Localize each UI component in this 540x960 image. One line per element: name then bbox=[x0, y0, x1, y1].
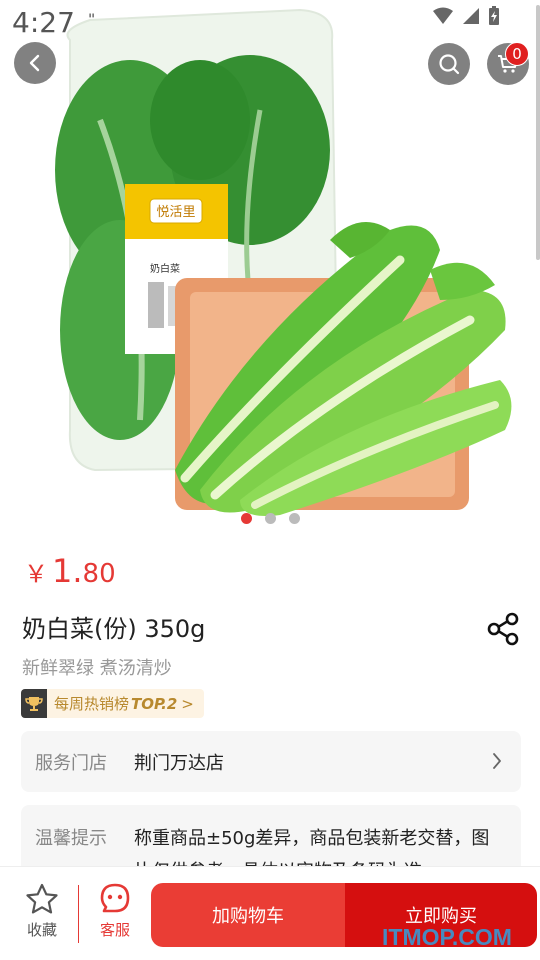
product-price: ￥ 1. 80 bbox=[24, 552, 116, 590]
price-integer: 1. bbox=[52, 552, 83, 590]
package-label-text: 奶白菜 bbox=[150, 262, 180, 275]
scrollbar-thumb[interactable] bbox=[536, 5, 540, 260]
signal-icon bbox=[463, 8, 479, 24]
bottom-bar-divider bbox=[78, 885, 79, 943]
back-button[interactable] bbox=[14, 42, 56, 84]
rank-arrow-icon: > bbox=[181, 694, 194, 713]
gallery-pagination bbox=[241, 513, 300, 524]
price-currency: ￥ bbox=[24, 560, 48, 588]
product-subtitle: 新鲜翠绿 煮汤清炒 bbox=[22, 658, 172, 679]
customer-service-label: 客服 bbox=[99, 921, 130, 939]
site-watermark: ITMOP.COM bbox=[382, 924, 512, 950]
tip-label: 温馨提示 bbox=[35, 828, 107, 849]
search-button[interactable] bbox=[428, 43, 470, 85]
chevron-right-icon bbox=[493, 753, 501, 769]
rank-label: 每周热销榜 bbox=[54, 695, 130, 713]
store-label: 服务门店 bbox=[35, 753, 107, 774]
gallery-dot[interactable] bbox=[265, 513, 276, 524]
product-title: 奶白菜(份) 350g bbox=[22, 615, 206, 643]
rank-position: TOP.2 bbox=[131, 694, 178, 713]
customer-service-icon bbox=[100, 883, 130, 913]
favorite-label: 收藏 bbox=[26, 921, 57, 939]
wifi-icon bbox=[433, 7, 453, 24]
hot-sales-rank-badge[interactable]: 每周热销榜 TOP.2 > bbox=[21, 689, 204, 718]
add-to-cart-button[interactable]: 加购物车 bbox=[151, 883, 345, 947]
favorite-button[interactable]: 收藏 bbox=[12, 883, 72, 940]
battery-charging-icon bbox=[489, 6, 499, 25]
star-icon bbox=[26, 883, 58, 914]
package-brand-text: 悦活里 bbox=[156, 205, 195, 220]
customer-service-button[interactable]: 客服 bbox=[85, 883, 145, 940]
trophy-icon bbox=[21, 689, 47, 718]
service-store-row[interactable]: 服务门店 荆门万达店 bbox=[21, 731, 521, 792]
store-name: 荆门万达店 bbox=[134, 753, 224, 774]
cart-count-badge: 0 bbox=[505, 42, 529, 66]
notification-icon: " bbox=[88, 12, 97, 28]
status-bar: 4:27 " bbox=[0, 0, 540, 44]
price-decimal: 80 bbox=[82, 559, 116, 589]
search-icon bbox=[439, 54, 460, 75]
gallery-dot[interactable] bbox=[241, 513, 252, 524]
share-icon[interactable] bbox=[485, 611, 521, 647]
chevron-left-icon bbox=[29, 54, 40, 72]
gallery-dot[interactable] bbox=[289, 513, 300, 524]
product-image-gallery[interactable]: 悦活里 奶白菜 4:27 " 0 bbox=[0, 0, 540, 540]
status-time: 4:27 bbox=[12, 6, 75, 39]
